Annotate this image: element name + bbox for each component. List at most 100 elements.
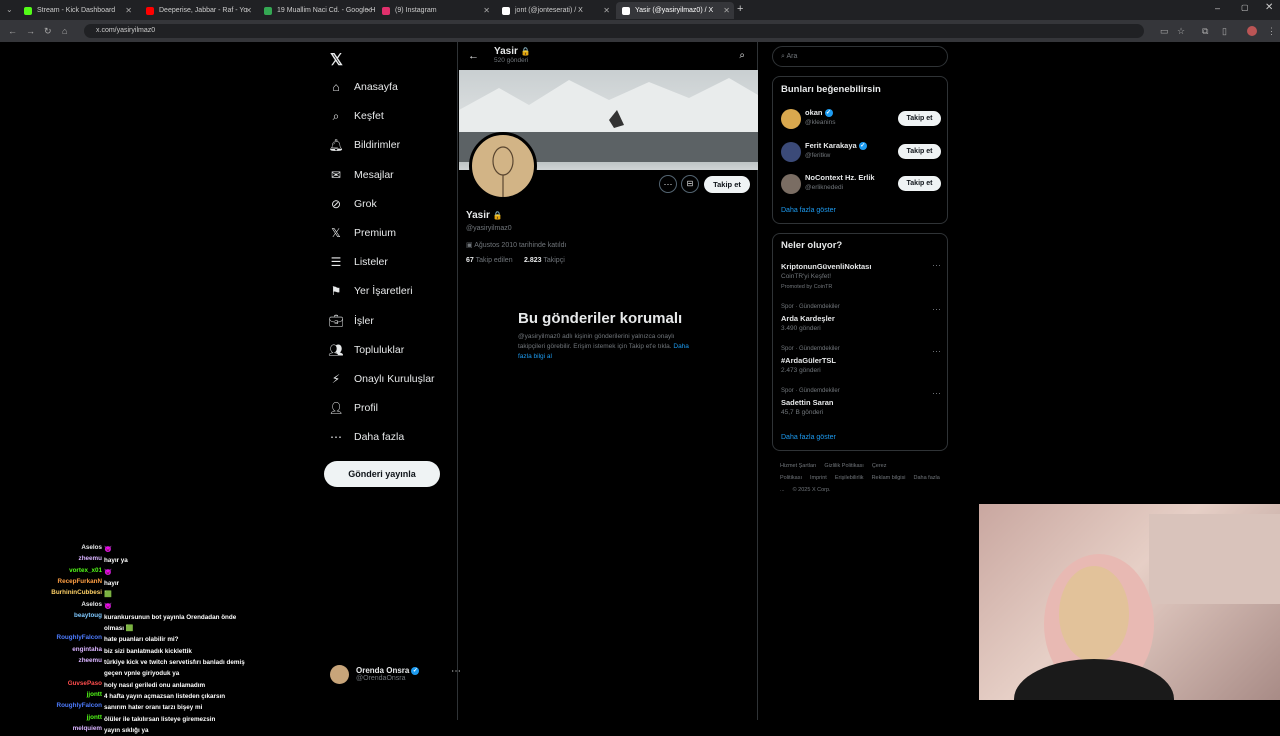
nav-item-label: Mesajlar [354,168,394,181]
suggestion-handle: @erliknededi [805,184,844,191]
protected-title: Bu gönderiler korumalı [518,310,683,327]
browser-tab[interactable]: Yasir (@yasiryilmaz0) / X ✕ [616,2,734,19]
trend-subtitle: 45,7 B gönderi [781,409,824,416]
trend-item[interactable]: Spor · Gündemdekiler #ArdaGülerTSL 2.473 g… [773,346,949,386]
suggestion-follow-button[interactable]: Takip et [898,176,941,191]
chat-text: 🟩 [104,591,112,599]
nav-item-onaylı-kuruluşlar[interactable]: ⚡︎ Onaylı Kuruluşlar [329,369,435,389]
tab-title: Yasir (@yasiryilmaz0) / X [635,7,714,14]
nav-item-i̇şler[interactable]: 💼︎ İşler [328,311,373,331]
address-bar: ← → ↻ ⌂ x.com/yasiryilmaz0 ▭ ☆ ⧉ ▯ ⋮ [0,20,1280,42]
nav-item-mesajlar[interactable]: ✉ Mesajlar [329,165,394,185]
suggestion-item[interactable]: NoContext Hz. Erlik @erliknededi Takip e… [773,170,949,198]
browser-tab[interactable]: jont (@jonteserati) / X ✕ [496,2,614,19]
footer-link[interactable]: © 2025 X Corp. [793,487,831,493]
trend-item[interactable]: Spor · Gündemdekiler Arda Kardeşler 3.490 … [773,304,949,344]
nav-item-daha-fazla[interactable]: ⋯ Daha fazla [329,427,404,447]
more-options-button[interactable]: ⋯ [659,175,677,193]
footer-link[interactable]: Reklam bilgisi [872,475,906,481]
browser-tab[interactable]: (9) Instagram ✕ [376,2,494,19]
url-field[interactable]: x.com/yasiryilmaz0 [84,24,1144,38]
back-icon[interactable]: ← [8,26,17,36]
nav-item-grok[interactable]: ⊘ Grok [329,194,377,214]
close-tab-icon[interactable]: ✕ [723,6,730,15]
close-tab-icon[interactable]: ✕ [125,6,132,15]
browser-tab[interactable]: Stream - Kick Dashboard ✕ [18,2,136,19]
trend-item[interactable]: KriptonunGüvenliNoktası CoinTR'yi Keşfet!… [773,260,949,302]
footer-link[interactable]: Hizmet Şartları [780,463,816,469]
chat-text: 4 hafta yayın açmazsan listeden çıkarsın [104,692,226,700]
webcam-image [1014,514,1280,736]
window-close-button[interactable]: ✕ [1265,2,1273,13]
nav-item-profil[interactable]: 👤︎ Profil [328,398,378,418]
avatar [781,109,801,129]
verified-icon: ✓ [858,141,867,150]
footer-link[interactable]: Gizlilik Politikası [824,463,863,469]
star-icon[interactable]: ☆ [1177,26,1185,37]
tab-search-icon[interactable]: ⌄ [6,5,13,14]
follow-button[interactable]: Takip et [704,176,750,193]
nav-item-keşfet[interactable]: ⌕ Keşfet [329,106,384,126]
tab-title: (9) Instagram [395,7,437,14]
sidebar-icon[interactable]: ▯ [1222,26,1227,37]
cast-icon[interactable]: ▭ [1160,26,1169,37]
chat-username: beaytoug [74,611,102,619]
followers-link[interactable]: 2.823 Takipçi [524,257,565,264]
search-icon: ⌕ [332,108,340,123]
profile-drawing [492,146,514,197]
minimize-button[interactable]: – [1215,3,1220,13]
profile-avatar[interactable] [1247,26,1257,36]
suggestion-follow-button[interactable]: Takip et [898,143,941,159]
maximize-button[interactable]: ▢ [1241,3,1249,12]
nav-item-anasayfa[interactable]: ⌂ Anasayfa [329,77,397,97]
browser-tab[interactable]: 19 Muallim Naci Cd. - Google H ✕ [258,2,376,19]
menu-icon[interactable]: ⋮ [1267,26,1276,37]
trends-show-more[interactable]: Daha fazla göster [781,434,836,441]
nav-item-listeler[interactable]: ☰ Listeler [329,252,388,272]
search-icon[interactable]: ⌕ [739,50,745,61]
header-name: Yasir [494,46,518,57]
suggestions-show-more[interactable]: Daha fazla göster [781,207,836,214]
chat-text: hate puanları olabilir mi? [104,636,179,644]
footer-link[interactable]: Erişilebilirlik [835,475,864,481]
trend-more-icon[interactable]: ⋯ [932,388,941,399]
chat-text: 👿 [104,546,112,553]
suggestion-item[interactable]: Ferit Karakaya ✓ @feritkw Takip et [773,138,949,166]
profile-avatar-large[interactable] [469,132,537,200]
close-tab-icon[interactable]: ✕ [603,6,610,15]
account-switcher[interactable]: Orenda Onsra ✓ @OrendaOnsra ⋯ [330,662,461,686]
extensions-icon[interactable]: ⧉ [1202,26,1208,37]
nav-item-premium[interactable]: 𝕏 Premium [329,223,396,243]
reload-icon[interactable]: ↻ [44,26,52,37]
trend-more-icon[interactable]: ⋯ [932,346,941,357]
trend-more-icon[interactable]: ⋯ [932,304,941,315]
close-tab-icon[interactable]: ✕ [483,6,490,15]
new-tab-button[interactable]: + [737,3,743,15]
chat-username: RoughlyFalcon [56,634,102,642]
post-button[interactable]: Gönderi yayınla [324,461,440,487]
close-tab-icon[interactable]: ✕ [245,6,252,15]
nav-item-bildirimler[interactable]: 🔔︎ Bildirimler [328,135,400,155]
trend-item[interactable]: Spor · Gündemdekiler Sadettin Saran 45,7 B… [773,388,949,428]
home-browser-icon[interactable]: ⌂ [62,26,67,36]
suggestion-name: okan [805,108,823,117]
tab-title: Deeperise, Jabbar - Raf - Yo [159,7,248,14]
followers-count: 2.823 [524,257,542,264]
browser-tab[interactable]: Deeperise, Jabbar - Raf - Yo ✕ [140,2,256,19]
x-logo-icon[interactable]: 𝕏 [330,50,343,70]
forward-icon[interactable]: → [26,26,35,36]
suggestion-item[interactable]: okan ✓ @kleanins Takip et [773,105,949,133]
x-icon: 𝕏 [331,226,341,240]
footer-link[interactable]: Imprint [810,475,827,481]
suggestion-follow-button[interactable]: Takip et [898,111,941,126]
close-tab-icon[interactable]: ✕ [365,6,372,15]
search-box[interactable]: ⌕ Ara [772,46,948,67]
trend-more-icon[interactable]: ⋯ [932,260,941,271]
nav-item-yer-i̇şaretleri[interactable]: ⚑ Yer İşaretleri [329,281,413,301]
back-arrow-icon[interactable]: ← [468,50,479,62]
verified-icon: ✓ [824,109,833,118]
following-link[interactable]: 67 Takip edilen [466,257,513,264]
trend-context: Spor · Gündemdekiler [781,346,840,352]
nav-item-topluluklar[interactable]: 👥︎ Topluluklar [328,340,404,360]
subscribe-icon[interactable]: ⊟ [681,175,699,193]
